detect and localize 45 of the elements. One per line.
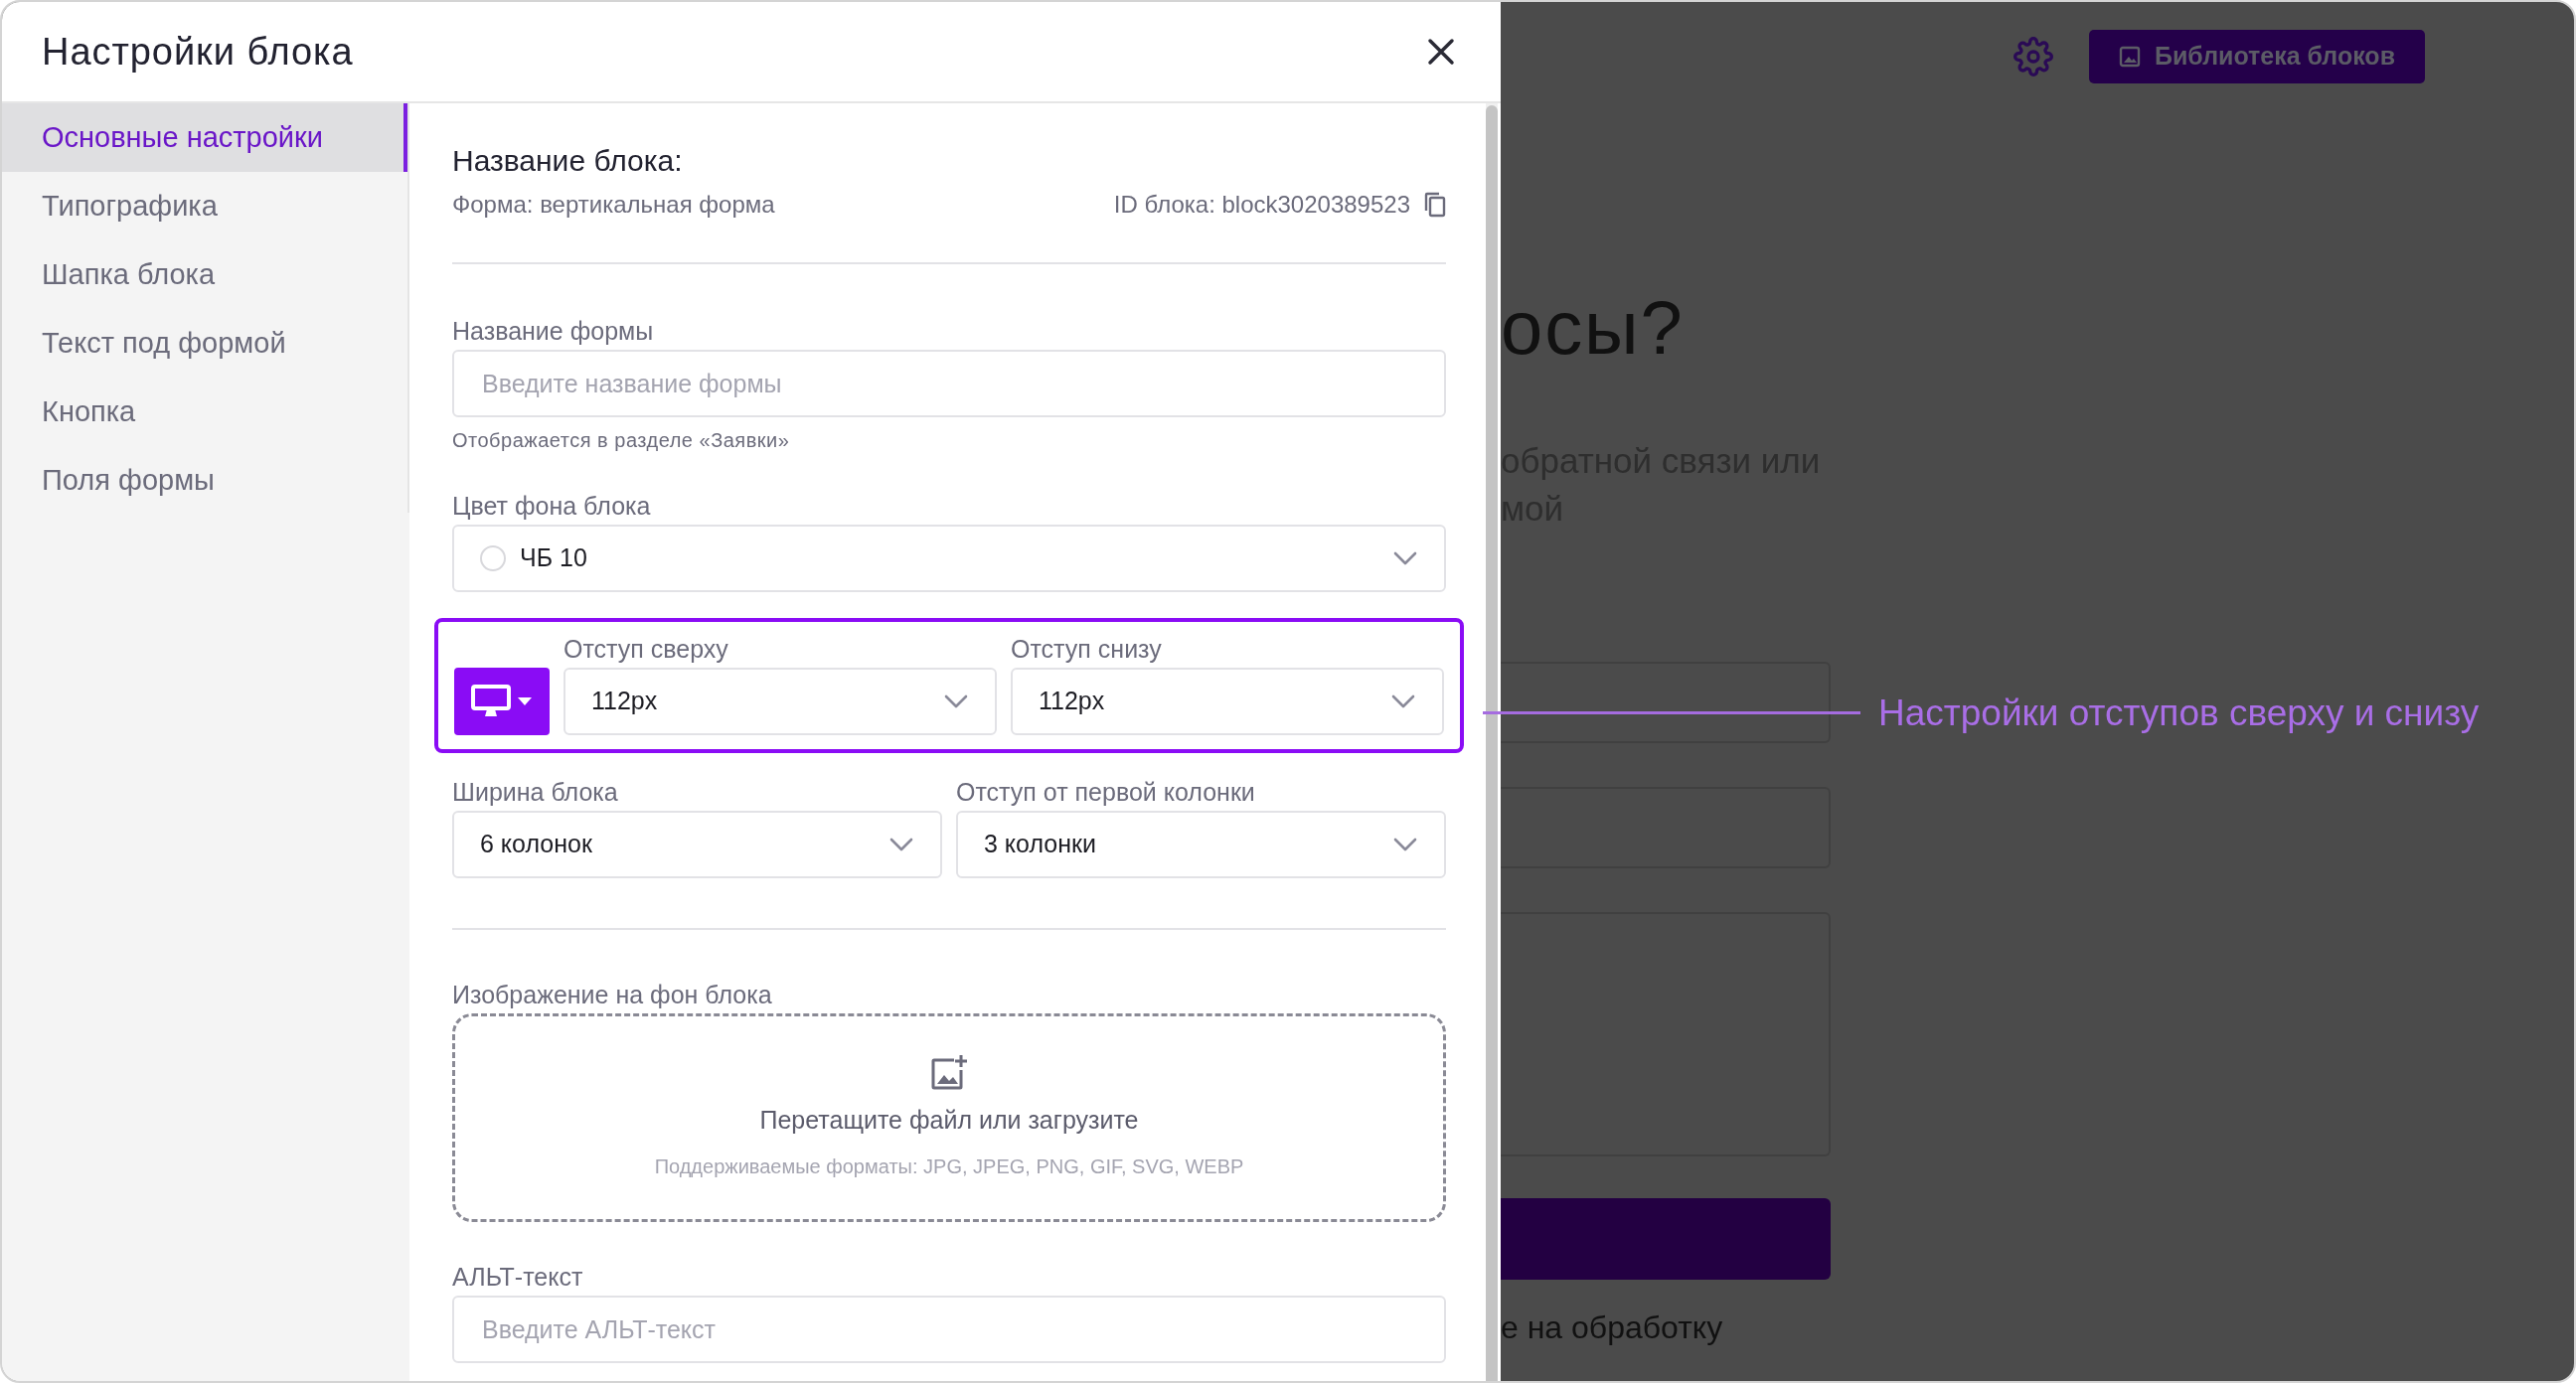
chevron-down-icon (1392, 837, 1418, 852)
field-label: Отступ сверху (564, 634, 729, 664)
page-footer-text: е на обработку (1501, 1308, 1724, 1347)
sidebar-item[interactable]: Типографика (2, 172, 407, 240)
select-field[interactable]: ЧБ 10 (452, 525, 1446, 592)
field-label: Отступ снизу (1011, 634, 1163, 664)
dropzone-prompt: Перетащите файл или загрузите (759, 1105, 1139, 1137)
field-label: Ширина блока (452, 777, 619, 807)
chevron-down-icon (888, 837, 914, 852)
file-dropzone[interactable]: Перетащите файл или загрузите Поддерживаемые форматы: JPG, JPEG, PNG, GIF, SVG, WEBP (452, 1013, 1446, 1222)
select-field[interactable]: 112px (1011, 668, 1444, 735)
add-image-icon (930, 1054, 968, 1091)
field-label: АЛЬТ-текст (452, 1262, 584, 1292)
device-dropdown-button[interactable] (454, 668, 550, 735)
chevron-down-icon (1390, 693, 1416, 709)
color-swatch (480, 545, 506, 571)
dialog-title: Настройки блока (42, 29, 354, 75)
field-label: Отступ от первой колонки (956, 777, 1256, 807)
select-field[interactable]: 3 колонки (956, 811, 1446, 878)
copy-icon[interactable] (1424, 192, 1446, 218)
input-field[interactable]: Введите АЛЬТ-текст (452, 1296, 1446, 1363)
chevron-down-icon (1392, 550, 1418, 566)
chevron-down-icon (943, 693, 969, 709)
caret-icon (517, 696, 533, 706)
input-field[interactable]: Введите название формы (452, 350, 1446, 417)
monitor-icon (471, 685, 511, 718)
block-heading: Название блока: (452, 143, 684, 179)
block-id: ID блока: block3020389523 (1113, 190, 1410, 220)
image-icon (2118, 46, 2141, 68)
page-heading: осы? (1501, 288, 1686, 368)
sidebar-item[interactable]: Поля формы (2, 446, 407, 515)
select-field[interactable]: 112px (564, 668, 997, 735)
field-hint: Отображается в разделе «Заявки» (452, 428, 791, 453)
sidebar-item[interactable]: Шапка блока (2, 240, 407, 309)
annotation-text: Настройки отступов сверху и снизу (1878, 692, 2480, 735)
field-label: Название формы (452, 316, 655, 346)
sidebar-item[interactable]: Кнопка (2, 378, 407, 446)
select-field[interactable]: 6 колонок (452, 811, 942, 878)
field-label: Изображение на фон блока (452, 980, 773, 1009)
field-label: Цвет фона блока (452, 491, 652, 521)
sidebar-item[interactable]: Основные настройки (2, 103, 407, 172)
scrollbar-thumb[interactable] (1486, 105, 1498, 1381)
supported-formats: Поддерживаемые форматы: JPG, JPEG, PNG, GIF, SVG, WEBP (654, 1153, 1244, 1179)
sidebar-item[interactable]: Текст под формой (2, 309, 407, 378)
block-subtitle: Форма: вертикальная форма (452, 190, 775, 220)
